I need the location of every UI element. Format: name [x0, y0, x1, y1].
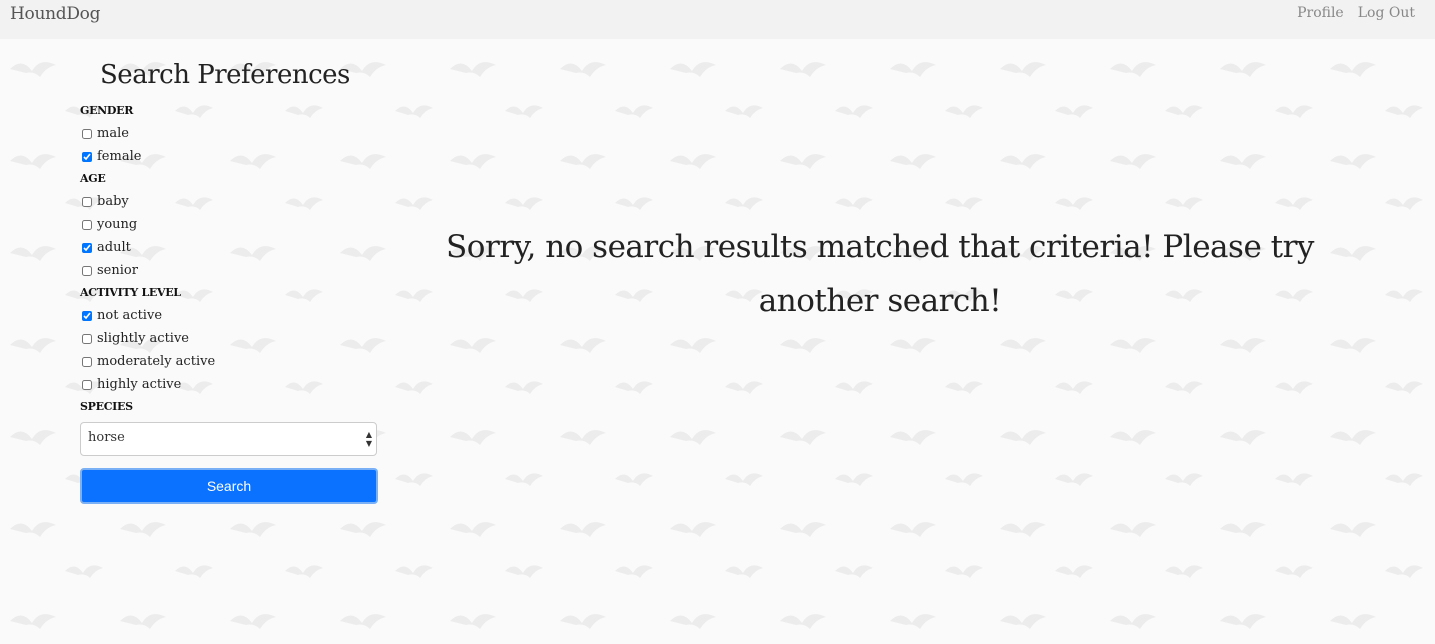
activity-option-highly-active[interactable]: highly active [80, 373, 380, 396]
nav-links: Profile Log Out [1297, 5, 1415, 21]
age-option-young[interactable]: young [80, 213, 380, 236]
activity-level-heading: ACTIVITY LEVEL [80, 286, 181, 299]
checkbox-highly-active[interactable] [82, 379, 92, 390]
gender-group: GENDER male female [80, 100, 380, 168]
option-label: female [97, 149, 142, 164]
age-option-adult[interactable]: adult [80, 236, 380, 259]
no-results-message: Sorry, no search results matched that cr… [446, 229, 1314, 319]
logout-link[interactable]: Log Out [1358, 5, 1415, 21]
option-label: adult [97, 240, 131, 255]
option-label: male [97, 126, 129, 141]
option-label: moderately active [97, 354, 216, 369]
species-heading: SPECIES [80, 400, 133, 413]
option-label: highly active [97, 377, 182, 392]
select-arrows-icon: ▲ ▼ [365, 430, 372, 448]
age-group: AGE baby young adult senior [80, 168, 380, 282]
checkbox-young[interactable] [82, 219, 92, 230]
age-option-baby[interactable]: baby [80, 190, 380, 213]
checkbox-male[interactable] [82, 128, 92, 139]
search-button[interactable]: Search [80, 468, 378, 504]
species-selected-value: horse [88, 430, 125, 445]
brand-logo[interactable]: HoundDog [10, 4, 100, 24]
age-option-senior[interactable]: senior [80, 259, 380, 282]
checkbox-female[interactable] [82, 151, 92, 162]
search-preferences-panel: Search Preferences GENDER male female AG… [80, 60, 380, 504]
page-title: Search Preferences [100, 60, 350, 90]
species-group: SPECIES horse ▲ ▼ [80, 396, 380, 456]
checkbox-slightly-active[interactable] [82, 333, 92, 344]
option-label: baby [97, 194, 129, 209]
checkbox-adult[interactable] [82, 242, 92, 253]
age-heading: AGE [80, 172, 106, 185]
activity-option-moderately-active[interactable]: moderately active [80, 350, 380, 373]
option-label: not active [97, 308, 163, 323]
checkbox-not-active[interactable] [82, 310, 92, 321]
activity-option-not-active[interactable]: not active [80, 304, 380, 327]
gender-option-female[interactable]: female [80, 145, 380, 168]
activity-option-slightly-active[interactable]: slightly active [80, 327, 380, 350]
gender-option-male[interactable]: male [80, 122, 380, 145]
checkbox-baby[interactable] [82, 196, 92, 207]
option-label: senior [97, 263, 138, 278]
gender-heading: GENDER [80, 104, 134, 117]
top-navbar: HoundDog Profile Log Out [0, 0, 1435, 39]
species-select[interactable]: horse ▲ ▼ [80, 422, 377, 456]
profile-link[interactable]: Profile [1297, 5, 1344, 21]
checkbox-moderately-active[interactable] [82, 356, 92, 367]
option-label: young [97, 217, 138, 232]
option-label: slightly active [97, 331, 189, 346]
activity-level-group: ACTIVITY LEVEL not active slightly activ… [80, 282, 380, 396]
checkbox-senior[interactable] [82, 265, 92, 276]
